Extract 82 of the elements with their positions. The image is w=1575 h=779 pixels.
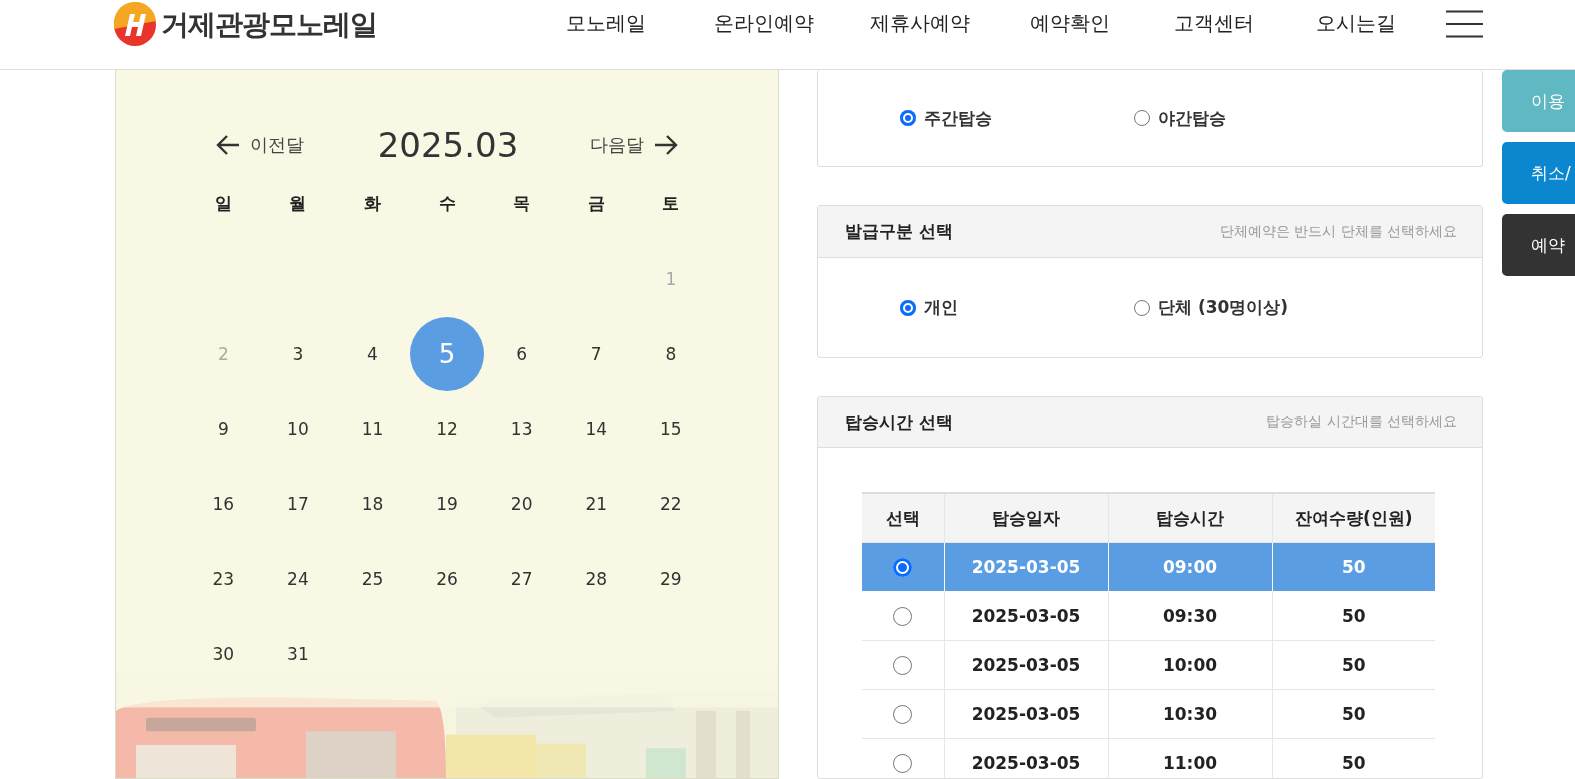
radio-button[interactable] (893, 606, 913, 626)
radio-button[interactable] (893, 704, 913, 724)
nav-link[interactable]: 오시는길 (1316, 10, 1396, 37)
weekday-label: 화 (363, 192, 382, 215)
calendar-day[interactable]: 29 (633, 541, 708, 616)
weekday-label: 수 (437, 192, 457, 215)
calendar-day[interactable]: 3 (260, 316, 335, 391)
calendar-day[interactable]: 20 (484, 466, 559, 541)
column-header: 탑승시간 (1108, 493, 1272, 543)
weekday-label: 월 (288, 192, 308, 215)
calendar-day[interactable]: 4 (335, 316, 410, 391)
calendar-day[interactable]: 31 (260, 616, 335, 691)
calendar-day[interactable]: 7 (559, 316, 634, 391)
calendar-day[interactable]: 23 (186, 541, 261, 616)
calendar-day[interactable]: 19 (410, 466, 485, 541)
calendar-day: 2 (186, 316, 261, 391)
table-cell: 50 (1272, 542, 1435, 592)
table-cell: 2025-03-05 (944, 640, 1108, 690)
weekday-label: 금 (586, 192, 606, 215)
weekday-label: 목 (512, 192, 532, 215)
calendar-day[interactable]: 21 (559, 466, 634, 541)
radio-button[interactable] (893, 655, 913, 675)
panel-title: 탑승시간 선택 (845, 410, 953, 434)
radio-button[interactable] (1134, 299, 1150, 316)
option-label[interactable]: 단체 (30명이상) (1158, 296, 1289, 319)
calendar-day[interactable]: 27 (484, 541, 559, 616)
menu-icon[interactable] (1446, 10, 1483, 38)
radio-button[interactable] (893, 753, 913, 773)
calendar-day[interactable]: 6 (484, 316, 559, 391)
calendar-day[interactable]: 13 (484, 391, 559, 466)
calendar-day[interactable]: 18 (335, 466, 410, 541)
radio-button[interactable] (900, 299, 916, 316)
table-cell: 2025-03-05 (944, 591, 1108, 641)
calendar-day[interactable]: 12 (410, 391, 485, 466)
nav-link[interactable]: 고객센터 (1174, 10, 1254, 37)
option-label[interactable]: 주간탑승 (924, 106, 992, 130)
weekday-label: 일 (213, 192, 233, 215)
calendar-day[interactable]: 15 (633, 391, 708, 466)
calendar-day[interactable]: 28 (559, 541, 634, 616)
option-label[interactable]: 개인 (924, 296, 958, 319)
weekday-label: 토 (661, 192, 681, 215)
panel-hint: 탑승하실 시간대를 선택하세요 (1266, 413, 1457, 431)
arrow-left-icon (215, 135, 240, 155)
calendar-day[interactable]: 9 (186, 391, 261, 466)
calendar-day[interactable]: 11 (335, 391, 410, 466)
table-cell: 2025-03-05 (944, 542, 1108, 592)
table-cell: 09:00 (1108, 542, 1272, 592)
column-header: 탑승일자 (944, 493, 1108, 543)
month-title: 2025.03 (377, 125, 519, 165)
calendar-day[interactable]: 30 (186, 616, 261, 691)
table-cell: 09:30 (1108, 591, 1272, 641)
calendar-day[interactable]: 24 (260, 541, 335, 616)
option-label[interactable]: 야간탑승 (1158, 106, 1226, 130)
radio-button[interactable] (893, 557, 913, 577)
arrow-right-icon (654, 135, 679, 155)
nav-link[interactable]: 모노레일 (566, 10, 646, 37)
side-button[interactable]: 예약 (1502, 214, 1575, 276)
calendar-day[interactable]: 8 (633, 316, 708, 391)
panel-title: 발급구분 선택 (845, 220, 953, 243)
nav-link[interactable]: 온라인예약 (714, 10, 814, 37)
nav-link[interactable]: 제휴사예약 (870, 10, 970, 37)
calendar-day: 1 (633, 241, 708, 316)
prev-month-link[interactable]: 이전달 (215, 133, 304, 157)
calendar-day[interactable]: 22 (633, 466, 708, 541)
calendar-day[interactable]: 25 (335, 541, 410, 616)
nav-link[interactable]: 예약확인 (1030, 10, 1110, 37)
logo-text[interactable]: 거제관광모노레일 (161, 6, 377, 44)
calendar-day[interactable]: 14 (559, 391, 634, 466)
calendar-day[interactable]: 17 (260, 466, 335, 541)
calendar-day[interactable]: 26 (410, 541, 485, 616)
panel-hint: 단체예약은 반드시 단체를 선택하세요 (1219, 222, 1457, 241)
radio-button[interactable] (900, 110, 916, 126)
calendar-day[interactable]: 10 (260, 391, 335, 466)
side-button[interactable]: 취소/ (1502, 142, 1575, 204)
table-cell: 2025-03-05 (944, 689, 1108, 739)
table-cell: 10:00 (1108, 640, 1272, 690)
column-header: 잔여수량(인원) (1272, 493, 1435, 543)
radio-button[interactable] (1134, 110, 1150, 126)
column-header: 선택 (862, 493, 944, 543)
table-cell: 10:30 (1108, 689, 1272, 739)
next-month-link[interactable]: 다음달 (590, 133, 679, 157)
calendar-day[interactable]: 16 (186, 466, 261, 541)
